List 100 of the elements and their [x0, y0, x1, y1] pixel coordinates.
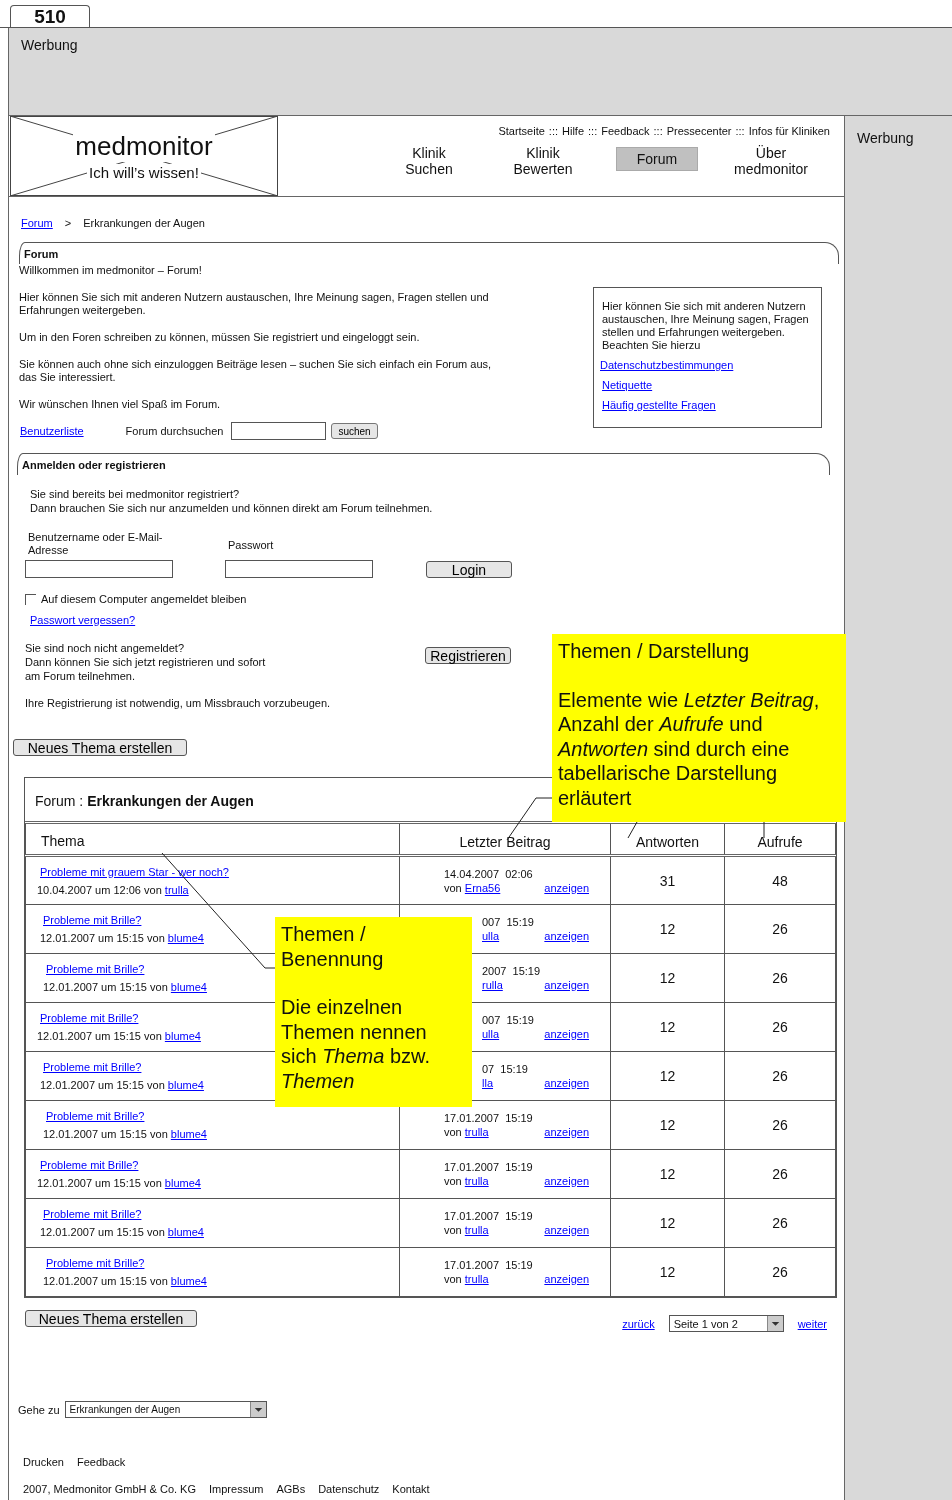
footer-link[interactable]: AGBs	[276, 1483, 306, 1495]
page-select[interactable]: Seite 1 von 2	[668, 1315, 784, 1332]
footer-link[interactable]: Kontakt	[392, 1483, 430, 1495]
dropdown-caret-icon[interactable]	[249, 1402, 266, 1417]
new-topic-button[interactable]: Neues Thema erstellen	[13, 739, 187, 756]
topic-link[interactable]: Probleme mit Brille?	[43, 1208, 142, 1220]
search-field[interactable]	[231, 422, 327, 440]
author-link[interactable]: blume4	[170, 1275, 207, 1287]
by-label: von	[444, 1273, 462, 1285]
last-post-date: 17.01.2007 15:19	[444, 1111, 534, 1125]
top-link[interactable]: Pressecenter	[666, 125, 732, 137]
top-link[interactable]: Feedback	[601, 125, 650, 137]
by-label: von	[444, 1175, 462, 1187]
info-link[interactable]: Netiquette	[602, 379, 653, 391]
topic-link[interactable]: Probleme mit Brille?	[46, 963, 145, 975]
author-link[interactable]: trulla	[464, 1273, 489, 1285]
author-link[interactable]: ulla	[482, 930, 500, 942]
author-link[interactable]: trulla	[164, 883, 189, 896]
top-link[interactable]: Hilfe	[562, 125, 585, 137]
forgot-password-link[interactable]: Passwort vergessen?	[30, 614, 136, 626]
author-link[interactable]: blume4	[167, 1226, 204, 1238]
intro-paragraph: Sie können auch ohne sich einzuloggen Beiträge lesen – suchen Sie sich einfach ein Forum aus, das Sie interessiert.	[19, 358, 493, 384]
top-link[interactable]: Infos für Kliniken	[748, 125, 830, 137]
author-link[interactable]: blume4	[167, 932, 204, 944]
previous-page-link[interactable]: zurück	[622, 1317, 655, 1330]
reply-count: 12	[659, 921, 676, 937]
last-post-date: 007 15:19	[482, 1013, 535, 1027]
topic-link[interactable]: Probleme mit Brille?	[40, 1159, 139, 1171]
dropdown-caret-icon[interactable]	[766, 1316, 783, 1331]
show-link[interactable]: anzeigen	[544, 1174, 589, 1188]
topic-link[interactable]: Probleme mit Brille?	[40, 1012, 139, 1024]
show-link[interactable]: anzeigen	[544, 978, 589, 992]
forum-select[interactable]: Erkrankungen der Augen	[64, 1401, 267, 1418]
reply-count: 31	[659, 872, 676, 889]
author-link[interactable]: Erna56	[464, 881, 501, 894]
nav-tab[interactable]: Klinik Bewerten	[513, 143, 573, 179]
by-label: von	[150, 981, 168, 993]
reply-count: 12	[659, 1117, 676, 1133]
search-label: Forum durchsuchen	[125, 425, 224, 437]
show-link[interactable]: anzeigen	[544, 880, 589, 895]
info-link[interactable]: Häufig gestellte Fragen	[602, 399, 716, 411]
note-title: Themen / Benennung	[281, 922, 385, 971]
topic-date: 12.01.2007 um 15:15	[40, 1079, 144, 1091]
view-count: 26	[772, 1264, 788, 1280]
username-field[interactable]	[25, 560, 173, 578]
last-post-date: 17.01.2007 15:19	[444, 1209, 534, 1223]
leader-line	[763, 821, 765, 839]
show-link[interactable]: anzeigen	[544, 1076, 589, 1090]
nav-tab[interactable]: Forum	[616, 147, 698, 171]
nav-tab[interactable]: Über medmonitor	[734, 143, 808, 179]
show-link[interactable]: anzeigen	[544, 1272, 589, 1286]
topic-link[interactable]: Probleme mit Brille?	[43, 1061, 142, 1073]
author-link[interactable]: trulla	[464, 1175, 489, 1187]
breadcrumb-link[interactable]: Forum	[21, 217, 53, 229]
by-label: von	[144, 1030, 162, 1042]
footer-link[interactable]: Drucken	[23, 1456, 64, 1468]
top-link[interactable]: Startseite	[498, 125, 545, 137]
footer-link[interactable]: Impressum	[209, 1483, 264, 1495]
password-field[interactable]	[225, 560, 373, 578]
author-link[interactable]: blume4	[164, 1177, 201, 1189]
topic-link[interactable]: Probleme mit Brille?	[46, 1110, 145, 1122]
footer-link[interactable]: Feedback	[76, 1456, 126, 1468]
topic-link[interactable]: Probleme mit Brille?	[43, 914, 142, 926]
search-button[interactable]: suchen	[331, 423, 378, 439]
next-page-link[interactable]: weiter	[797, 1317, 827, 1330]
show-link[interactable]: anzeigen	[544, 1223, 589, 1237]
checkbox[interactable]	[25, 593, 36, 605]
info-link[interactable]: Datenschutzbestimmungen	[600, 359, 734, 371]
register-text: Sie sind noch nicht angemeldet? Dann können Sie sich jetzt registrieren und sofort am Forum teilnehmen.	[25, 641, 267, 683]
nav-tab[interactable]: Klinik Suchen	[405, 143, 453, 179]
breadcrumb-current: Erkrankungen der Augen	[83, 217, 205, 229]
author-link[interactable]: blume4	[170, 981, 207, 993]
author-link[interactable]: ulla	[482, 1028, 500, 1040]
intro-paragraph: Hier können Sie sich mit anderen Nutzern austauschen, Ihre Meinung sagen, Fragen stellen und Erfahrungen weitergeben.	[19, 291, 490, 317]
by-label: von	[150, 1275, 168, 1287]
copyright-text: 2007, Medmonitor GmbH & Co. KG	[23, 1483, 196, 1495]
topic-link[interactable]: Probleme mit Brille?	[46, 1257, 145, 1269]
author-link[interactable]: blume4	[167, 1079, 204, 1091]
show-link[interactable]: anzeigen	[544, 1027, 589, 1041]
section-header: Anmelden oder registrieren	[17, 453, 830, 475]
view-count: 26	[772, 1019, 788, 1035]
author-link[interactable]: blume4	[170, 1128, 207, 1140]
intro-paragraph: Um in den Foren schreiben zu können, müssen Sie registriert und eingeloggt sein.	[19, 331, 421, 344]
new-topic-button[interactable]: Neues Thema erstellen	[25, 1310, 197, 1327]
show-link[interactable]: anzeigen	[544, 929, 589, 943]
register-button[interactable]: Registrieren	[425, 647, 511, 664]
login-button[interactable]: Login	[426, 561, 512, 578]
link-separator: :::	[588, 125, 598, 137]
author-link[interactable]: lla	[482, 1077, 493, 1089]
topic-date: 12.01.2007 um 15:15	[43, 981, 147, 993]
topic-link[interactable]: Probleme mit grauem Star - wer noch?	[40, 865, 229, 878]
author-link[interactable]: rulla	[482, 979, 503, 991]
author-link[interactable]: trulla	[464, 1126, 489, 1138]
show-link[interactable]: anzeigen	[544, 1125, 589, 1139]
ad-label: Werbung	[857, 130, 914, 146]
link-separator: :::	[735, 125, 745, 137]
author-link[interactable]: trulla	[464, 1224, 489, 1236]
userlist-link[interactable]: Benutzerliste	[20, 425, 84, 437]
footer-link[interactable]: Datenschutz	[318, 1483, 380, 1495]
author-link[interactable]: blume4	[164, 1030, 201, 1042]
